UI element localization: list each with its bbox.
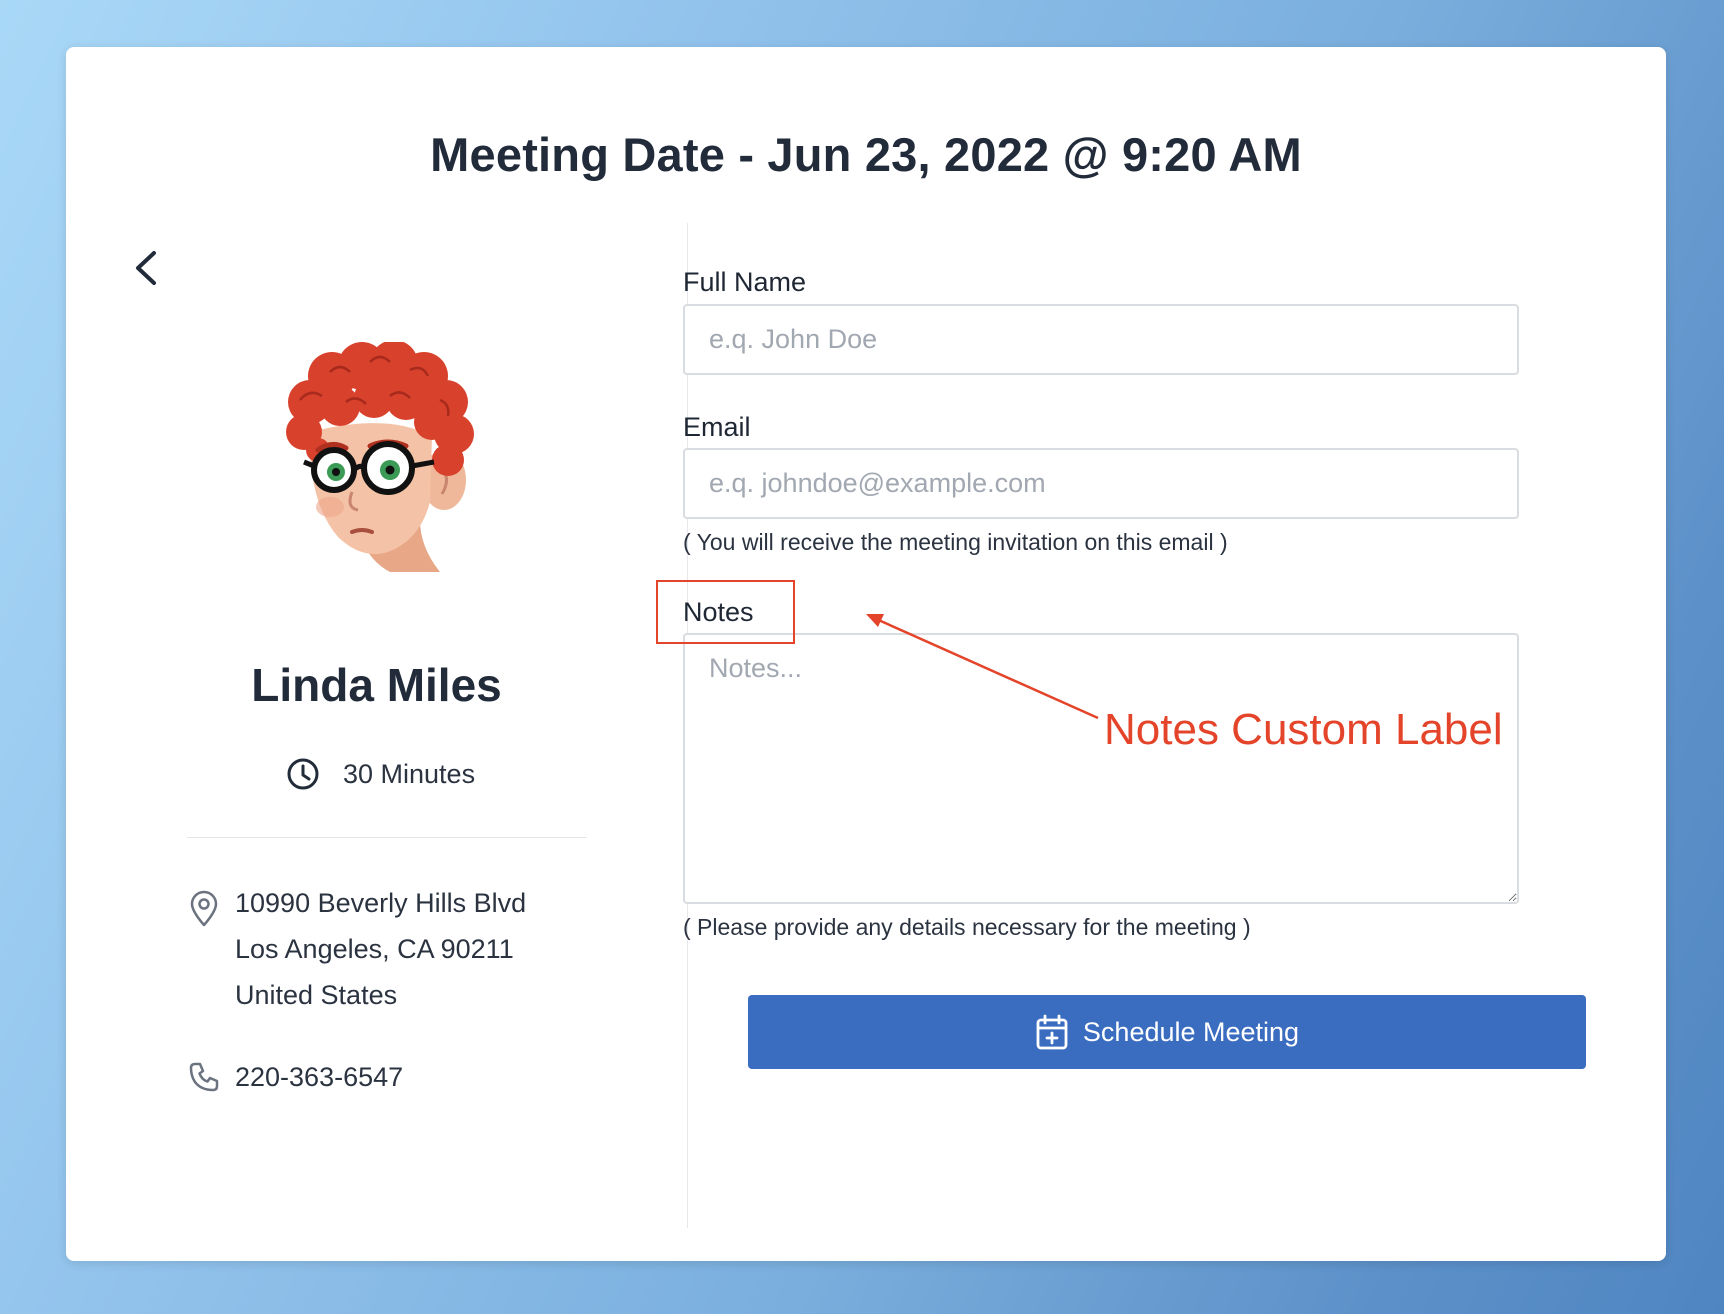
annotation-text: Notes Custom Label bbox=[1104, 705, 1503, 754]
annotation-highlight-box bbox=[656, 580, 795, 644]
calendar-plus-icon bbox=[1036, 1014, 1068, 1050]
chevron-left-icon bbox=[136, 251, 156, 285]
address-line-1: 10990 Beverly Hills Blvd bbox=[235, 888, 527, 918]
host-phone: 220-363-6547 bbox=[187, 1060, 403, 1094]
schedule-meeting-label: Schedule Meeting bbox=[1082, 1016, 1300, 1047]
back-button[interactable] bbox=[126, 243, 170, 293]
meeting-duration: 30 Minutes bbox=[285, 754, 475, 794]
schedule-meeting-button[interactable]: Schedule Meeting bbox=[748, 995, 1586, 1069]
page-title: Meeting Date - Jun 23, 2022 @ 9:20 AM bbox=[430, 128, 1302, 181]
full-name-input[interactable] bbox=[683, 304, 1519, 375]
avatar bbox=[270, 342, 498, 572]
host-name: Linda Miles bbox=[251, 659, 502, 711]
clock-icon bbox=[287, 758, 319, 790]
email-help-text: ( You will receive the meeting invitatio… bbox=[683, 529, 1228, 555]
duration-text: 30 Minutes bbox=[343, 758, 476, 789]
phone-icon bbox=[189, 1062, 219, 1092]
address-line-2: Los Angeles, CA 90211 bbox=[235, 934, 514, 964]
full-name-label: Full Name bbox=[683, 267, 807, 297]
map-pin-icon bbox=[190, 890, 218, 927]
notes-help-text: ( Please provide any details necessary f… bbox=[683, 914, 1251, 940]
email-input[interactable] bbox=[683, 448, 1519, 519]
email-label: Email bbox=[683, 412, 751, 442]
host-address: 10990 Beverly Hills Blvd Los Angeles, CA… bbox=[187, 880, 526, 1018]
address-line-3: United States bbox=[235, 980, 398, 1010]
phone-number: 220-363-6547 bbox=[235, 1061, 404, 1092]
info-divider bbox=[187, 837, 587, 838]
notes-textarea[interactable] bbox=[683, 633, 1519, 904]
